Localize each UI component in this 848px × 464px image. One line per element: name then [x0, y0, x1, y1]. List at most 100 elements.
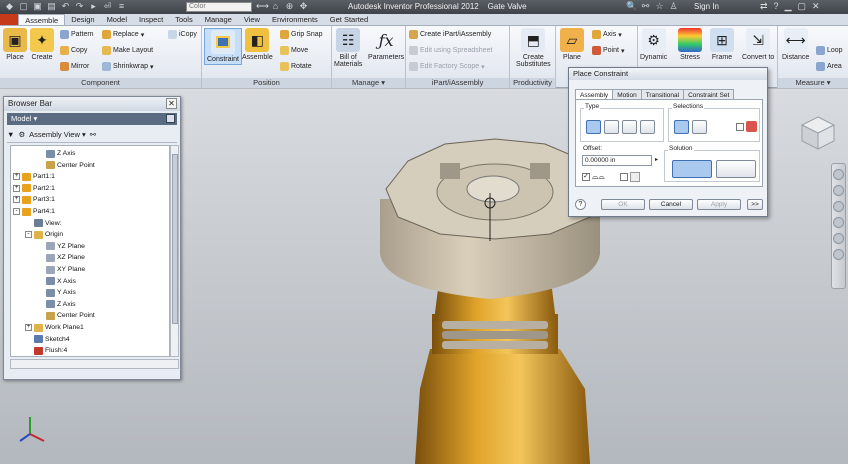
orbit-icon[interactable]: [833, 217, 844, 228]
copy-button[interactable]: Copy: [60, 46, 87, 55]
look-at-icon[interactable]: [833, 233, 844, 244]
ok-button[interactable]: OK: [601, 199, 645, 210]
point-button[interactable]: Point ▾: [592, 46, 624, 55]
exchange-icon[interactable]: ⇄: [760, 1, 768, 12]
bill-of-materials-button[interactable]: ☷ Bill of Materials: [334, 28, 362, 68]
find-icon[interactable]: ⚯: [90, 130, 96, 139]
measure-icon[interactable]: ⟷: [256, 1, 269, 12]
application-button[interactable]: [0, 14, 19, 25]
view-mode-dropdown[interactable]: Assembly View ▾: [29, 130, 86, 139]
tab-assemble[interactable]: Assemble: [18, 14, 66, 25]
mirror-button[interactable]: Mirror: [60, 62, 89, 71]
tree-item[interactable]: Center Point: [37, 160, 95, 171]
assemble-button[interactable]: ◧ Assemble: [242, 28, 273, 61]
nav-options-icon[interactable]: [833, 249, 844, 260]
constraint-button[interactable]: Constraint: [204, 28, 242, 65]
pick-part-first-checkbox[interactable]: [736, 123, 744, 131]
model-dropdown[interactable]: Model ▾: [7, 113, 177, 125]
tab-tools[interactable]: Tools: [169, 14, 199, 25]
tree-item[interactable]: Sketch4: [25, 334, 70, 345]
packing-spring[interactable]: [442, 321, 548, 349]
help-icon[interactable]: ?: [774, 1, 779, 12]
minimize-icon[interactable]: ▁: [785, 1, 792, 12]
tab-design[interactable]: Design: [65, 14, 100, 25]
tab-model[interactable]: Model: [101, 14, 133, 25]
tree-item[interactable]: X Axis: [37, 276, 76, 287]
horizontal-scrollbar[interactable]: [10, 359, 179, 369]
browser-bar-close-icon[interactable]: ✕: [166, 98, 177, 109]
star-icon[interactable]: ☆: [654, 1, 665, 12]
steering-wheel-icon[interactable]: [833, 169, 844, 180]
mate-constraint-button[interactable]: [586, 120, 601, 134]
tree-scrollbar[interactable]: [170, 145, 179, 357]
tree-item[interactable]: Z Axis: [37, 299, 76, 310]
viewcube-icon[interactable]: [798, 113, 838, 153]
binoculars-icon[interactable]: ⚯: [640, 1, 651, 12]
create-substitutes-button[interactable]: ⬒ Create Substitutes: [516, 28, 551, 68]
tree-expander-icon[interactable]: -: [25, 231, 32, 239]
mate-solution-button[interactable]: [672, 160, 712, 178]
create-button[interactable]: ✦ Create: [30, 28, 54, 61]
return-icon[interactable]: ⏎: [102, 1, 113, 12]
offset-dropdown-icon[interactable]: ▸: [653, 155, 660, 166]
tree-expander-icon[interactable]: +: [13, 196, 20, 204]
stress-analysis-button[interactable]: Stress: [678, 28, 702, 61]
parameters-button[interactable]: ƒx Parameters: [368, 28, 404, 62]
scrollbar-thumb[interactable]: [172, 154, 178, 324]
save-icon[interactable]: ▤: [46, 1, 57, 12]
tab-manage[interactable]: Manage: [199, 14, 238, 25]
more-button[interactable]: >>: [747, 199, 763, 210]
zoom-icon[interactable]: ⊕: [284, 1, 295, 12]
viewcube[interactable]: [798, 113, 838, 153]
model-tree[interactable]: Z Axis Center Point + Part1:1 + Part2:1 + Part3…: [10, 145, 170, 357]
help-icon[interactable]: ?: [575, 199, 586, 210]
tree-item[interactable]: XY Plane: [37, 264, 85, 275]
tree-item[interactable]: - Part4:1: [13, 206, 55, 217]
tree-item[interactable]: YZ Plane: [37, 241, 85, 252]
tree-item[interactable]: + Part1:1: [13, 171, 55, 182]
zoom-icon[interactable]: [833, 201, 844, 212]
loop-button[interactable]: Loop: [816, 46, 843, 55]
sign-in-link[interactable]: Sign In: [694, 2, 719, 11]
tab-environments[interactable]: Environments: [266, 14, 324, 25]
tree-expander-icon[interactable]: +: [25, 324, 32, 331]
edit-factory-scope-button[interactable]: Edit Factory Scope ▾: [409, 62, 485, 71]
tangent-constraint-button[interactable]: [622, 120, 637, 134]
tab-get-started[interactable]: Get Started: [324, 14, 374, 25]
grip-snap-button[interactable]: Grip Snap: [280, 30, 323, 39]
cancel-button[interactable]: Cancel: [649, 199, 693, 210]
edit-using-spreadsheet-button[interactable]: Edit using Spreadsheet: [409, 46, 492, 55]
properties-icon[interactable]: ≡: [116, 1, 127, 12]
show-preview-checkbox[interactable]: ✓: [582, 173, 590, 181]
pan-icon[interactable]: [833, 185, 844, 196]
tab-inspect[interactable]: Inspect: [133, 14, 169, 25]
pattern-button[interactable]: Pattern: [60, 30, 94, 39]
distance-button[interactable]: ⟷ Distance: [782, 28, 809, 61]
tree-expander-icon[interactable]: +: [13, 173, 20, 181]
shrinkwrap-button[interactable]: Shrinkwrap ▾: [102, 62, 154, 71]
select-icon[interactable]: ▸: [88, 1, 99, 12]
search-icon[interactable]: 🔍: [626, 1, 637, 12]
tree-item[interactable]: + Work Plane1: [25, 322, 84, 333]
plane-button[interactable]: ▱ Plane: [560, 28, 584, 61]
offset-input[interactable]: 0.00000 in: [582, 155, 652, 166]
second-selection-button[interactable]: [692, 120, 707, 134]
filter-icon[interactable]: ▼: [7, 130, 14, 139]
apply-button[interactable]: Apply: [697, 199, 741, 210]
tree-item[interactable]: Flush:4: [25, 345, 67, 356]
create-ipart-button[interactable]: Create iPart/iAssembly: [409, 30, 491, 39]
home-icon[interactable]: ⌂: [270, 1, 281, 12]
move-button[interactable]: Move: [280, 46, 308, 55]
insert-constraint-button[interactable]: [640, 120, 655, 134]
tree-item[interactable]: Z Axis: [37, 148, 76, 159]
first-selection-button[interactable]: [674, 120, 689, 134]
replace-button[interactable]: Replace ▾: [102, 30, 144, 39]
tree-expander-icon[interactable]: +: [13, 184, 20, 192]
tree-item[interactable]: + Part3:1: [13, 194, 55, 205]
app-menu-icon[interactable]: ◆: [4, 1, 15, 12]
dynamic-simulation-button[interactable]: ⚙ Dynamic: [640, 28, 667, 61]
place-button[interactable]: ▣ Place: [3, 28, 27, 61]
close-icon[interactable]: ✕: [812, 1, 820, 12]
tab-view[interactable]: View: [238, 14, 266, 25]
rotate-button[interactable]: Rotate: [280, 62, 312, 71]
